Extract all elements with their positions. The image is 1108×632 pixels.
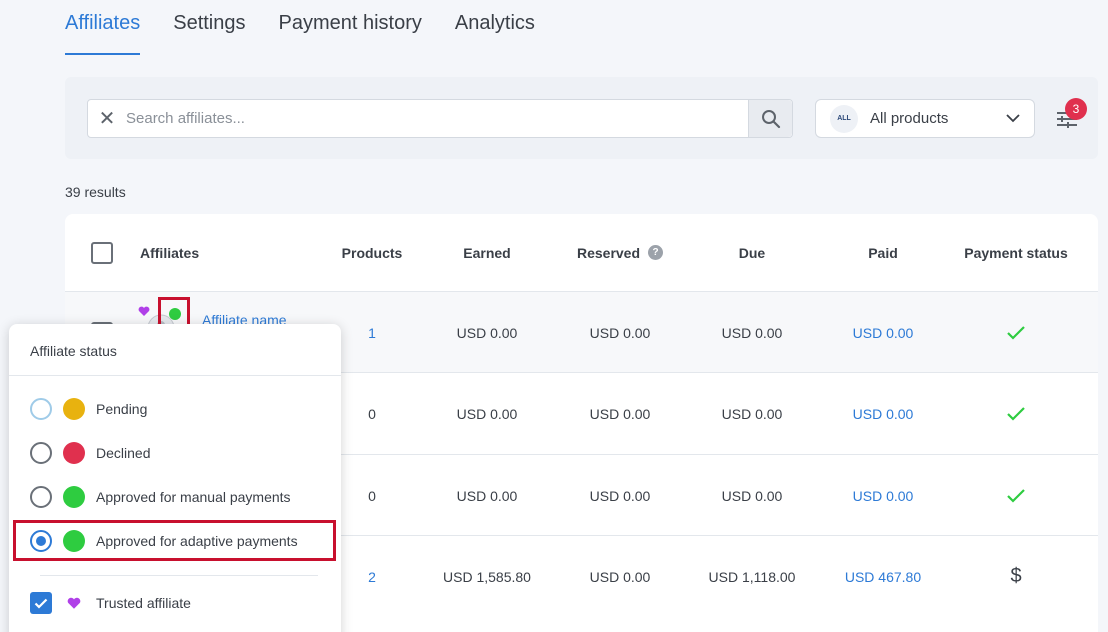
products-dropdown[interactable]: ALL All products <box>815 99 1035 138</box>
radio-approved-manual[interactable] <box>30 486 52 508</box>
due-value: USD 1,118.00 <box>708 568 796 585</box>
due-value: USD 0.00 <box>721 324 783 341</box>
help-icon[interactable]: ? <box>648 245 664 260</box>
filter-bar: ✕ ALL All products 3 <box>65 77 1098 159</box>
check-icon <box>1007 488 1025 503</box>
paid-value-link[interactable]: USD 0.00 <box>831 455 935 536</box>
reserved-value: USD 0.00 <box>589 405 651 422</box>
column-header-due[interactable]: Due <box>699 214 805 291</box>
column-header-payment-status[interactable]: Payment status <box>951 214 1081 291</box>
radio-pending[interactable] <box>30 398 52 420</box>
paid-value-link[interactable]: USD 467.80 <box>831 536 935 617</box>
chevron-down-icon <box>1006 114 1020 123</box>
payment-status-cell <box>951 292 1081 373</box>
popup-title: Affiliate status <box>30 343 117 359</box>
paid-value-link[interactable]: USD 0.00 <box>831 373 935 454</box>
due-value: USD 0.00 <box>721 405 783 422</box>
tab-analytics[interactable]: Analytics <box>455 0 535 55</box>
option-label: Declined <box>96 445 151 461</box>
option-label: Approved for manual payments <box>96 489 291 505</box>
clear-search-icon[interactable]: ✕ <box>88 106 126 131</box>
reserved-value: USD 0.00 <box>589 324 651 341</box>
earned-value: USD 0.00 <box>456 487 518 504</box>
tab-affiliates[interactable]: Affiliates <box>65 0 141 55</box>
select-all-checkbox[interactable] <box>91 241 113 264</box>
products-dropdown-label: All products <box>870 110 949 127</box>
reserved-value: USD 0.00 <box>589 487 651 504</box>
trusted-affiliate-option[interactable]: Trusted affiliate <box>30 588 191 618</box>
column-header-affiliates[interactable]: Affiliates <box>140 214 260 291</box>
check-icon <box>34 598 48 609</box>
tab-settings[interactable]: Settings <box>173 0 245 55</box>
column-header-paid[interactable]: Paid <box>831 214 935 291</box>
select-all-checkbox-cell <box>90 214 114 291</box>
tab-payment-history[interactable]: Payment history <box>279 0 422 55</box>
earned-value: USD 0.00 <box>456 405 518 422</box>
check-icon <box>1007 325 1025 340</box>
trusted-checkbox[interactable] <box>30 592 52 614</box>
filter-count-badge: 3 <box>1065 98 1087 120</box>
status-option-declined[interactable]: Declined <box>30 438 150 468</box>
status-option-approved-manual[interactable]: Approved for manual payments <box>30 482 291 512</box>
pending-status-dot <box>63 398 85 420</box>
search-button[interactable] <box>748 100 792 137</box>
search-icon <box>761 109 780 128</box>
approved-status-dot <box>63 486 85 508</box>
reserved-value: USD 0.00 <box>589 568 651 585</box>
search-box: ✕ <box>87 99 793 138</box>
due-value: USD 0.00 <box>721 487 783 504</box>
earned-value: USD 0.00 <box>456 324 518 341</box>
search-input[interactable] <box>126 110 748 127</box>
highlight-box <box>13 520 336 561</box>
heart-icon <box>63 592 85 614</box>
affiliate-status-popup: Affiliate status Pending Declined Approv… <box>9 324 341 632</box>
status-option-pending[interactable]: Pending <box>30 394 147 424</box>
results-count: 39 results <box>65 184 126 200</box>
column-header-earned[interactable]: Earned <box>435 214 539 291</box>
radio-declined[interactable] <box>30 442 52 464</box>
earned-value: USD 1,585.80 <box>443 568 531 585</box>
column-header-reserved-label: Reserved <box>576 244 641 261</box>
option-label: Pending <box>96 401 148 417</box>
tab-bar: Affiliates Settings Payment history Anal… <box>65 0 535 56</box>
all-products-badge: ALL <box>830 104 858 133</box>
payment-status-cell <box>951 455 1081 536</box>
check-icon <box>1007 406 1025 421</box>
dollar-icon: $ <box>1010 565 1022 587</box>
divider <box>40 575 318 576</box>
paid-value-link[interactable]: USD 0.00 <box>831 292 935 373</box>
divider <box>9 375 341 376</box>
trusted-label: Trusted affiliate <box>96 595 191 611</box>
payment-status-cell <box>951 373 1081 454</box>
declined-status-dot <box>63 442 85 464</box>
column-header-reserved[interactable]: Reserved ? <box>555 214 685 291</box>
column-header-products[interactable]: Products <box>327 214 417 291</box>
